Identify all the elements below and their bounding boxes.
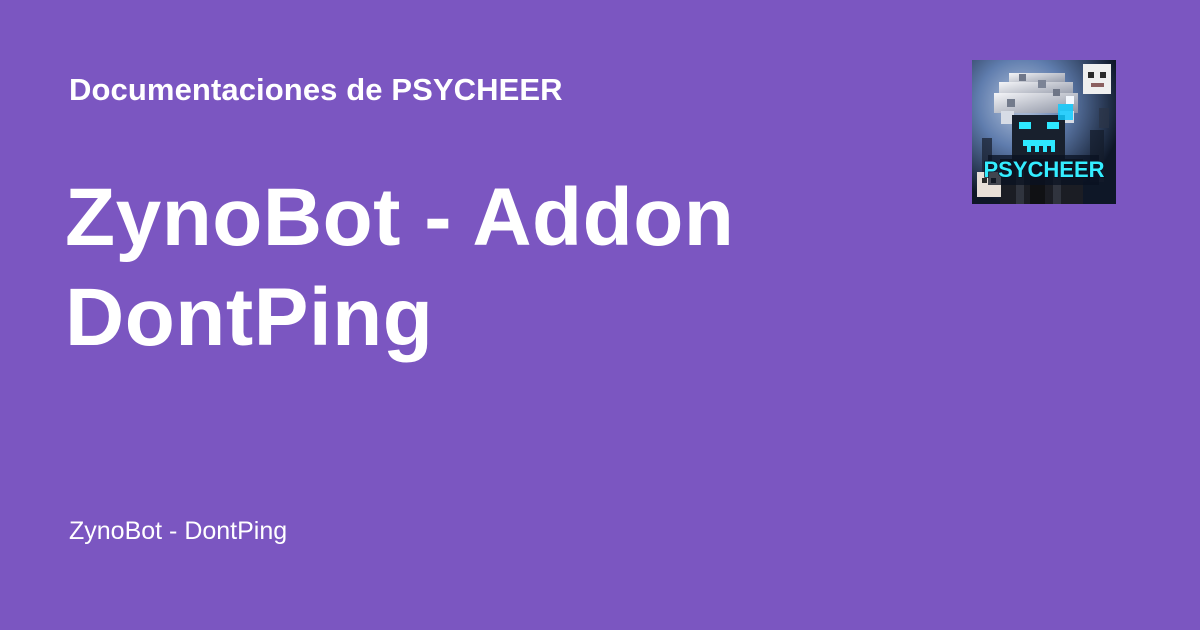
footer-subtitle: ZynoBot - DontPing [69, 517, 288, 545]
psycheer-avatar-icon: PSYCHEER [972, 60, 1116, 204]
page-title-line-1: ZynoBot - Addon [65, 172, 735, 263]
site-name: Documentaciones de PSYCHEER [69, 72, 563, 107]
logo-text: PSYCHEER [983, 157, 1104, 182]
skull-decoration-right [1083, 64, 1111, 94]
psycheer-logo-text: PSYCHEER [983, 155, 1105, 185]
page-title: ZynoBot - Addon DontPing [65, 168, 905, 368]
psycheer-logo: PSYCHEER [972, 60, 1116, 204]
page-title-line-2: DontPing [65, 272, 434, 363]
